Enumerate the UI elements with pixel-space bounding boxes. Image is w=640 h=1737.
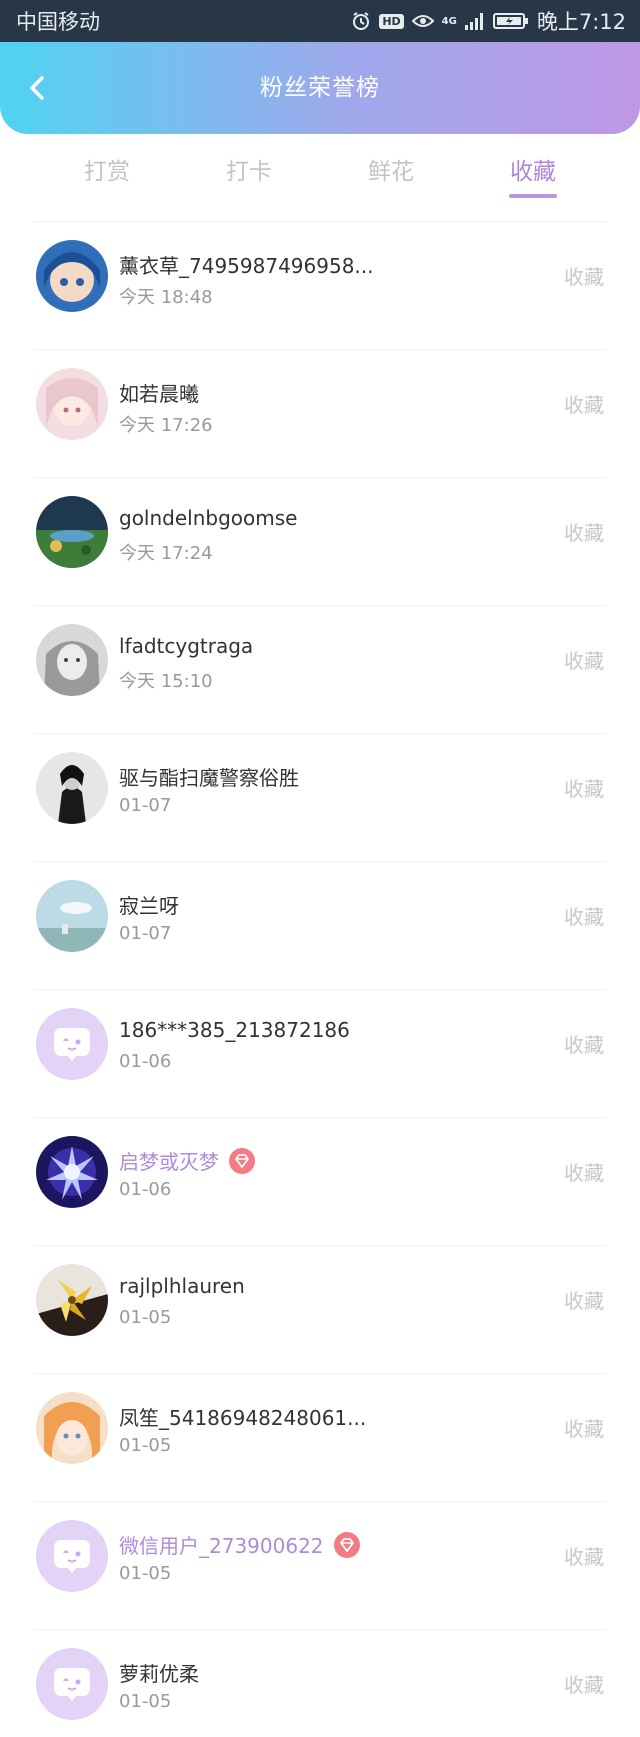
default-chat-icon (36, 1648, 108, 1720)
list-item[interactable]: 微信用户_273900622 01-05 收藏 (0, 1502, 640, 1630)
header-bar: 粉丝荣誉榜 (0, 42, 640, 134)
avatar[interactable] (36, 880, 108, 952)
timestamp: 今天 18:48 (119, 287, 213, 308)
timestamp: 今天 17:26 (119, 415, 213, 436)
active-tab-indicator (509, 194, 557, 198)
avatar[interactable] (36, 1264, 108, 1336)
user-name: 凤笙_54186948248061... (119, 1406, 367, 1430)
avatar[interactable] (36, 368, 108, 440)
avatar[interactable] (36, 1008, 108, 1080)
list-item[interactable]: 萝莉优柔 01-05 收藏 (0, 1630, 640, 1737)
timestamp: 今天 15:10 (119, 671, 213, 692)
status-bar: 中国移动 HD 4G 晚上7:12 (0, 0, 640, 42)
timestamp: 01-07 (119, 923, 172, 944)
user-name: lfadtcygtraga (119, 634, 254, 658)
alarm-icon (351, 11, 371, 31)
avatar[interactable] (36, 752, 108, 824)
network-type: 4G (441, 15, 457, 27)
user-name: 186***385_213872186 (119, 1018, 350, 1042)
list-item[interactable]: 寂兰呀 01-07 收藏 (0, 862, 640, 990)
tab-flowers[interactable]: 鲜花 (331, 152, 451, 186)
favorite-label: 收藏 (564, 777, 604, 801)
favorite-label: 收藏 (564, 1161, 604, 1185)
list-item[interactable]: 启梦或灭梦 01-06 收藏 (0, 1118, 640, 1246)
tab-bar: 打赏 打卡 鲜花 收藏 (0, 134, 640, 222)
favorite-label: 收藏 (564, 521, 604, 545)
timestamp: 今天 17:24 (119, 543, 213, 564)
avatar[interactable] (36, 1520, 108, 1592)
fan-list: 薰衣草_7495987496958... 今天 18:48 收藏 如若晨曦 今天… (0, 222, 640, 1737)
timestamp: 01-05 (119, 1691, 172, 1712)
tab-tip[interactable]: 打赏 (47, 152, 167, 186)
vip-diamond-icon (229, 1147, 255, 1174)
list-item[interactable]: 凤笙_54186948248061... 01-05 收藏 (0, 1374, 640, 1502)
list-item[interactable]: golndelnbgoomse 今天 17:24 收藏 (0, 478, 640, 606)
list-item[interactable]: 如若晨曦 今天 17:26 收藏 (0, 350, 640, 478)
user-name: 薰衣草_7495987496958... (119, 254, 374, 278)
user-name: 启梦或灭梦 (119, 1146, 255, 1175)
tab-favorites[interactable]: 收藏 (473, 152, 593, 198)
timestamp: 01-06 (119, 1051, 172, 1072)
avatar[interactable] (36, 1392, 108, 1464)
user-name: 如若晨曦 (119, 382, 199, 406)
avatar[interactable] (36, 496, 108, 568)
timestamp: 01-05 (119, 1435, 172, 1456)
list-item[interactable]: 驱与酯扫魔警察俗胜 01-07 收藏 (0, 734, 640, 862)
default-chat-icon (36, 1008, 108, 1080)
hd-icon: HD (379, 13, 404, 29)
user-name: 萝莉优柔 (119, 1662, 199, 1686)
user-name: 驱与酯扫魔警察俗胜 (119, 766, 299, 790)
timestamp: 01-05 (119, 1563, 172, 1584)
eye-icon (411, 13, 434, 29)
vip-diamond-icon (333, 1531, 360, 1558)
user-name: 寂兰呀 (119, 894, 179, 918)
list-item[interactable]: rajlplhlauren 01-05 收藏 (0, 1246, 640, 1374)
timestamp: 01-06 (119, 1179, 172, 1200)
list-item[interactable]: lfadtcygtraga 今天 15:10 收藏 (0, 606, 640, 734)
user-name: rajlplhlauren (119, 1274, 245, 1298)
signal-icon (464, 12, 485, 30)
favorite-label: 收藏 (564, 1417, 604, 1441)
favorite-label: 收藏 (564, 649, 604, 673)
tab-checkin[interactable]: 打卡 (189, 152, 309, 186)
user-name: golndelnbgoomse (119, 506, 298, 530)
status-icons: HD 4G 晚上7:12 (351, 6, 626, 36)
battery-icon (492, 12, 529, 30)
avatar[interactable] (36, 624, 108, 696)
clock: 晚上7:12 (536, 10, 626, 34)
carrier-label: 中国移动 (16, 10, 100, 34)
page-title: 粉丝荣誉榜 (260, 75, 380, 101)
favorite-label: 收藏 (564, 265, 604, 289)
favorite-label: 收藏 (564, 905, 604, 929)
user-name: 微信用户_273900622 (119, 1530, 360, 1559)
avatar[interactable] (36, 240, 108, 312)
timestamp: 01-05 (119, 1307, 172, 1328)
default-chat-icon (36, 1520, 108, 1592)
avatar[interactable] (36, 1136, 108, 1208)
timestamp: 01-07 (119, 795, 172, 816)
list-item[interactable]: 186***385_213872186 01-06 收藏 (0, 990, 640, 1118)
favorite-label: 收藏 (564, 393, 604, 417)
favorite-label: 收藏 (564, 1033, 604, 1057)
favorite-label: 收藏 (564, 1545, 604, 1569)
avatar[interactable] (36, 1648, 108, 1720)
list-item[interactable]: 薰衣草_7495987496958... 今天 18:48 收藏 (0, 222, 640, 350)
favorite-label: 收藏 (564, 1289, 604, 1313)
favorite-label: 收藏 (564, 1673, 604, 1697)
